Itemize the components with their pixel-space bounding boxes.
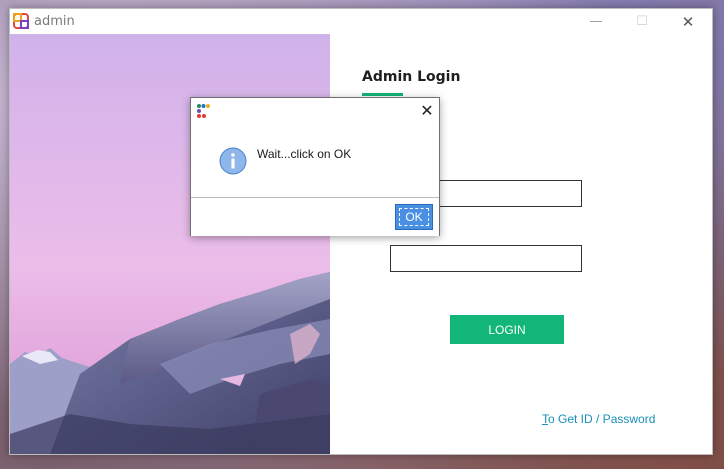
close-icon: ✕ <box>681 12 695 31</box>
get-id-password-link[interactable]: To Get ID / Password <box>542 412 655 426</box>
focus-ring <box>399 208 429 226</box>
dialog-titlebar: ✕ <box>191 98 439 124</box>
page-title: Admin Login <box>362 69 461 85</box>
java-app-icon <box>197 104 210 118</box>
window-title: admin <box>34 14 75 29</box>
info-icon <box>219 147 247 175</box>
dialog-close-button[interactable]: ✕ <box>417 100 437 120</box>
title-underline <box>362 93 403 96</box>
maximize-button[interactable]: ☐ <box>619 9 665 34</box>
close-icon: ✕ <box>420 100 434 120</box>
dialog-footer: OK <box>191 197 439 236</box>
minimize-button[interactable]: — <box>573 9 619 34</box>
login-button[interactable]: LOGIN <box>450 315 564 344</box>
message-dialog: ✕ Wait...click on OK OK <box>190 97 440 236</box>
password-input[interactable] <box>390 245 582 272</box>
close-button[interactable]: ✕ <box>665 9 711 34</box>
ok-button[interactable]: OK <box>395 204 433 230</box>
app-logo-icon <box>13 13 29 29</box>
link-text: o Get ID / Password <box>548 412 656 426</box>
dialog-message: Wait...click on OK <box>257 147 352 161</box>
maximize-icon: ☐ <box>636 14 648 29</box>
minimize-icon: — <box>589 14 603 29</box>
window-titlebar: admin — ☐ ✕ <box>10 9 712 34</box>
